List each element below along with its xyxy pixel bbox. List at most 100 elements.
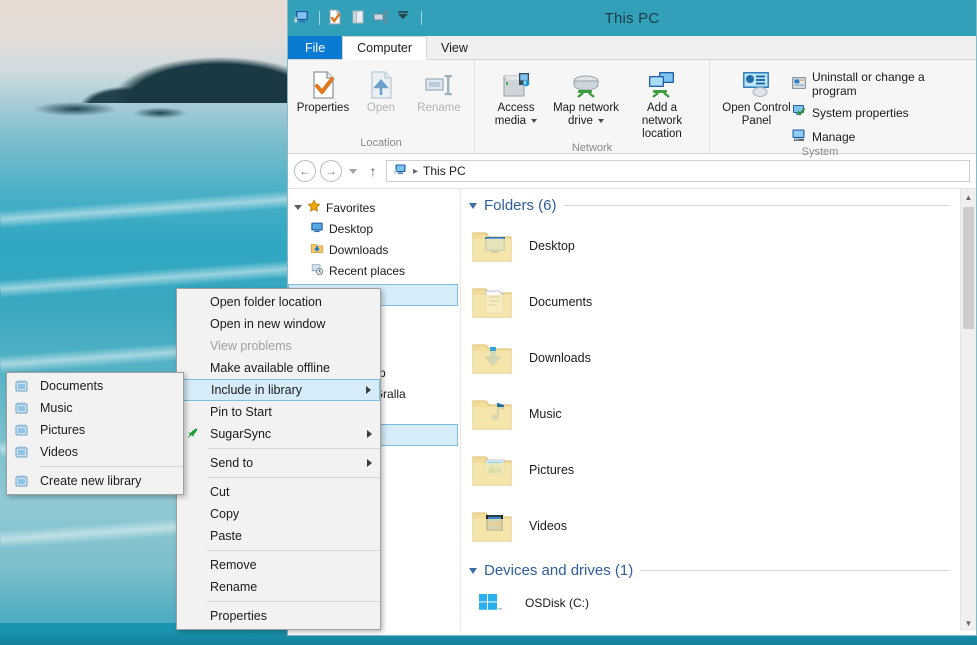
chevron-down-icon[interactable] [469,567,477,574]
list-item[interactable]: Videos [461,498,960,554]
breadcrumb-separator[interactable]: ▸ [413,166,418,177]
submenu-item-documents[interactable]: Documents [7,375,183,397]
uninstall-program-button[interactable]: Uninstall or change a program [791,70,970,98]
folder-music-icon [469,395,515,433]
tab-view[interactable]: View [427,36,482,59]
menu-item-cut[interactable]: Cut [177,481,380,503]
rename-icon[interactable] [372,8,392,28]
folder-icon[interactable] [349,8,369,28]
manage-button[interactable]: Manage [791,127,970,146]
folders-section-header[interactable]: Folders (6) [461,189,960,218]
menu-item-remove[interactable]: Remove [177,554,380,576]
new-library-icon [12,472,32,490]
list-item[interactable]: OSDisk (C:) [461,583,960,623]
map-network-drive-label: Map network drive [553,102,619,128]
back-button[interactable]: ← [294,160,316,182]
sidebar-item-label: Downloads [329,242,389,257]
list-item[interactable]: Downloads [461,330,960,386]
rename-button[interactable]: Rename [410,64,468,137]
downloads-icon [310,241,324,258]
menu-item-include-in-library[interactable]: Include in library [177,379,380,401]
headland-silhouette [30,28,300,103]
wave-line [0,189,301,229]
sidebar-item-desktop[interactable]: Desktop [288,218,460,239]
submenu-item-create-new-library[interactable]: Create new library [7,470,183,492]
address-bar[interactable]: ▸ This PC [386,160,970,182]
scrollbar-thumb[interactable] [963,207,974,329]
map-network-drive-button[interactable]: Map network drive [551,64,621,142]
open-control-panel-button[interactable]: Open Control Panel [722,64,791,146]
breadcrumb-path[interactable]: This PC [423,164,466,178]
sidebar-item-downloads[interactable]: Downloads [288,239,460,260]
add-network-location-button[interactable]: Add a network location [627,64,697,142]
menu-item-label: Rename [210,580,258,594]
open-button[interactable]: Open [352,64,410,137]
scroll-down-arrow[interactable]: ▼ [961,615,976,631]
menu-item-sugarsync[interactable]: SugarSync [177,423,380,445]
desktop-icon [310,220,324,237]
chevron-down-icon[interactable] [469,202,477,209]
menu-item-open-in-new-window[interactable]: Open in new window [177,313,380,335]
access-media-button[interactable]: Access media [487,64,545,142]
menu-separator [177,477,380,478]
menu-item-pin-to-start[interactable]: Pin to Start [177,401,380,423]
open-label: Open [366,102,396,114]
tab-computer[interactable]: Computer [342,36,428,60]
submenu-item-pictures[interactable]: Pictures [7,419,183,441]
quick-access-toolbar[interactable] [288,8,425,28]
menu-item-make-available-offline[interactable]: Make available offline [177,357,380,379]
this-pc-icon[interactable] [293,8,313,28]
devices-section-header[interactable]: Devices and drives (1) [461,554,960,583]
menu-item-rename[interactable]: Rename [177,576,380,598]
submenu-item-label: Videos [40,445,78,459]
properties-button[interactable]: Properties [294,64,352,137]
list-item-label: Downloads [529,351,591,365]
list-item-label: Documents [529,295,593,309]
menu-item-view-problems[interactable]: View problems [177,335,380,357]
list-item[interactable]: Documents [461,274,960,330]
up-button[interactable]: ↑ [364,160,382,182]
explorer-body: Favorites Desktop Downloads Recent place… [288,188,976,631]
group-label-system: System [801,146,839,158]
scroll-up-arrow[interactable]: ▲ [961,189,976,205]
tab-file[interactable]: File [288,36,343,59]
system-properties-button[interactable]: System properties [791,103,970,122]
sidebar-item-label: Recent places [329,263,406,278]
list-item[interactable]: Music [461,386,960,442]
menu-item-label: Open in new window [210,317,326,331]
list-item-label: Videos [529,519,567,533]
rocks-silhouette [20,95,240,123]
menu-item-label: Properties [210,609,267,623]
ribbon-group-network: Access media Map network drive Add a net… [474,60,709,154]
folder-downloads-icon [469,339,515,377]
system-small-buttons: Uninstall or change a program System pro… [791,64,970,146]
open-control-panel-label: Open Control Panel [722,102,791,128]
vertical-scrollbar[interactable]: ▲ ▼ [960,189,976,631]
section-rule [640,570,950,571]
folder-context-menu[interactable]: Open folder location Open in new window … [176,288,381,630]
ribbon-tab-strip[interactable]: File Computer View [288,36,976,60]
submenu-item-music[interactable]: Music [7,397,183,419]
submenu-item-label: Music [40,401,73,415]
recent-locations-button[interactable] [346,160,360,182]
chevron-down-icon[interactable] [395,8,415,28]
menu-item-paste[interactable]: Paste [177,525,380,547]
list-item[interactable]: Pictures [461,442,960,498]
menu-item-send-to[interactable]: Send to [177,452,380,474]
menu-item-open-folder-location[interactable]: Open folder location [177,291,380,313]
toolbar-divider [421,11,422,25]
list-item[interactable]: Desktop [461,218,960,274]
include-in-library-submenu[interactable]: Documents Music Pictures Videos Create n… [6,372,184,495]
toolbar-divider [319,11,320,25]
properties-icon[interactable] [326,8,346,28]
drive-label: OSDisk (C:) [525,596,589,610]
sidebar-item-recent-places[interactable]: Recent places [288,260,460,281]
sidebar-item-favorites[interactable]: Favorites [288,197,460,218]
forward-button[interactable]: → [320,160,342,182]
menu-item-copy[interactable]: Copy [177,503,380,525]
chevron-down-icon[interactable] [294,205,302,210]
library-icon [12,399,32,417]
menu-item-properties[interactable]: Properties [177,605,380,627]
rename-icon [423,68,455,102]
submenu-item-videos[interactable]: Videos [7,441,183,463]
